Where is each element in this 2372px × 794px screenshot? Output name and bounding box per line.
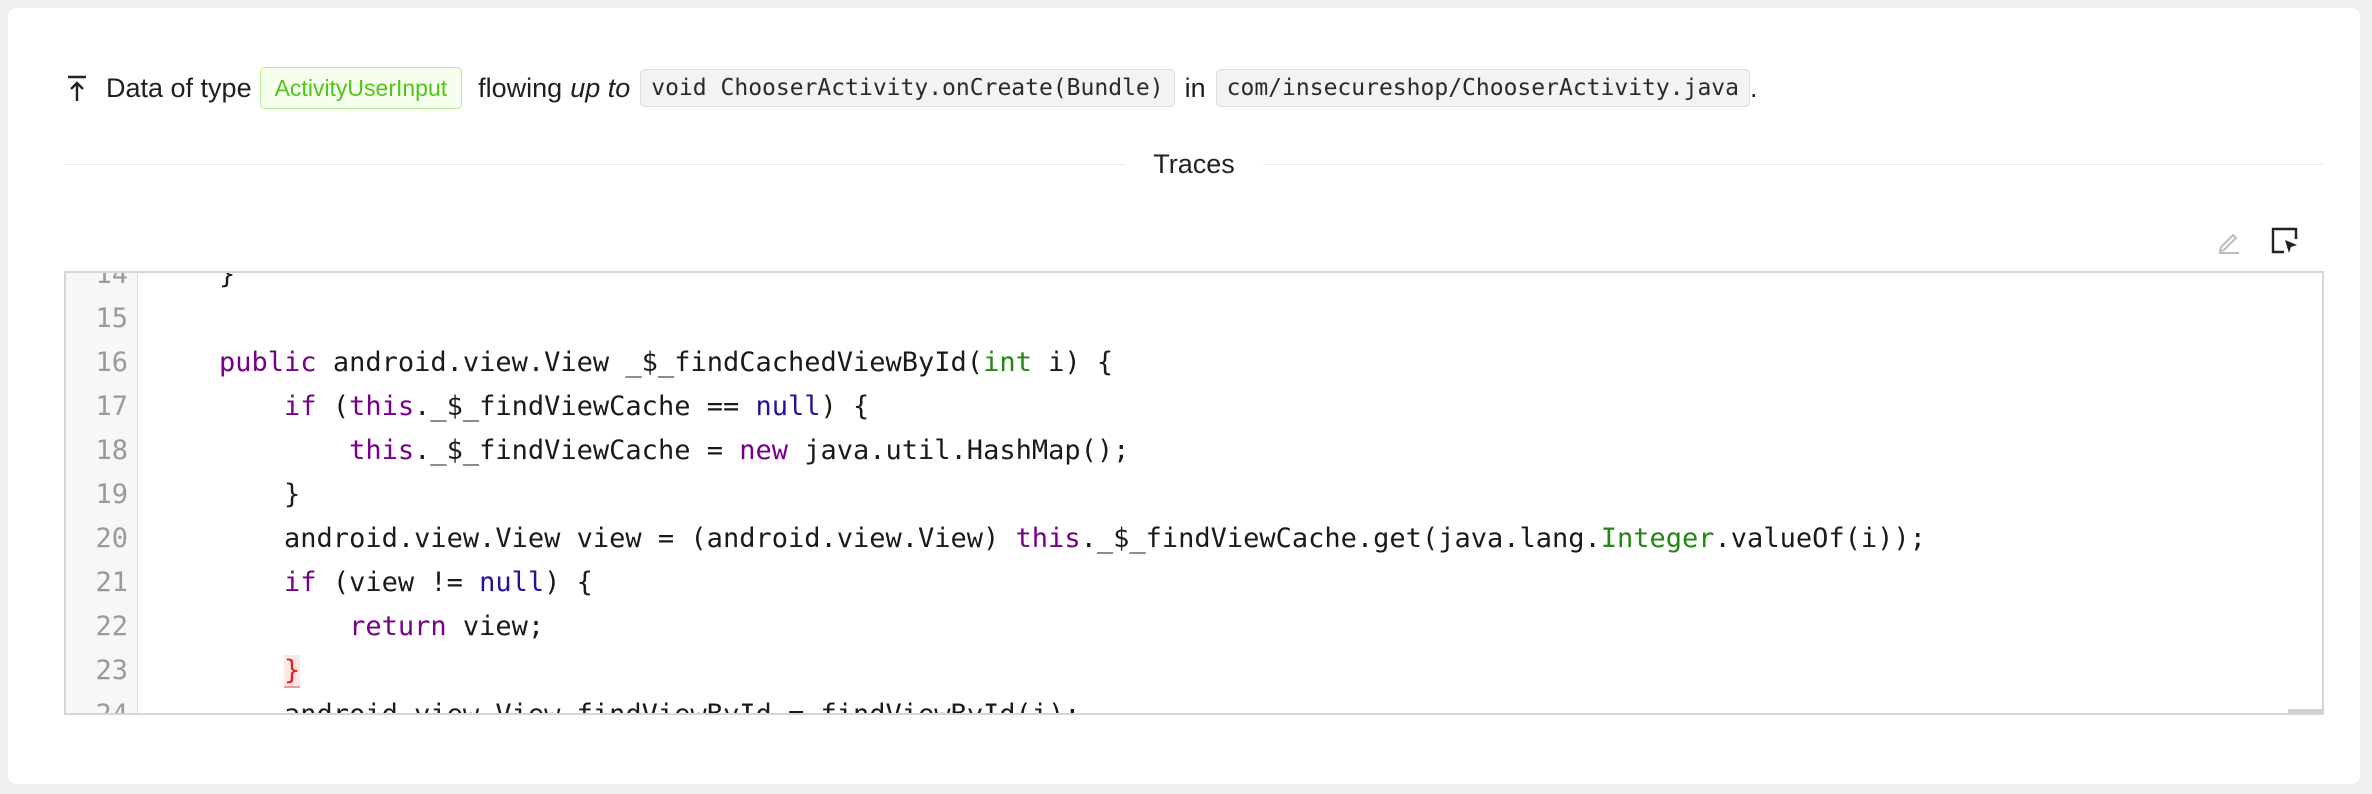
code-line: 14 } (66, 271, 2322, 296)
code-token: ) { (544, 566, 593, 598)
divider-line-right (1262, 163, 2325, 165)
line-number: 15 (95, 302, 128, 334)
code-token: view; (446, 610, 545, 642)
code-viewer[interactable]: 14 } 15 16 public android.view.View _$_fin… (64, 271, 2324, 715)
code-line: 22 return view; (66, 604, 2322, 648)
code-text: this._$_findViewCache = new java.util.Ha… (138, 435, 1129, 466)
code-token: android.view.View view = (android.view.V… (154, 522, 1016, 554)
code-token: ._$_findViewCache == (414, 390, 756, 422)
arrow-up-to-line-icon (64, 74, 90, 102)
code-text: } (138, 479, 300, 510)
method-chip: void ChooserActivity.onCreate(Bundle) (640, 69, 1175, 107)
code-text: } (138, 271, 236, 290)
code-token: i) { (1031, 346, 1114, 378)
code-token: return (349, 610, 447, 642)
code-text: return view; (138, 611, 544, 642)
code-token: new (739, 434, 788, 466)
code-token: android.view.View _$_findCachedViewById( (316, 346, 984, 378)
code-text: android.view.View view = (android.view.V… (138, 523, 1926, 554)
code-token: if (284, 566, 317, 598)
code-token: } (284, 654, 301, 688)
code-text: public android.view.View _$_findCachedVi… (138, 347, 1113, 378)
trace-panel: Data of type ActivityUserInput flowing u… (8, 8, 2360, 784)
line-number: 16 (95, 346, 128, 378)
code-line: 18 this._$_findViewCache = new java.util… (66, 428, 2322, 472)
line-number: 24 (95, 698, 128, 715)
code-line: 16 public android.view.View _$_findCache… (66, 340, 2322, 384)
line-number: 19 (95, 478, 128, 510)
summary-up-to: up to (570, 72, 631, 103)
code-token: ._$_findViewCache.get(java.lang. (1080, 522, 1601, 554)
code-token: if (284, 390, 317, 422)
summary-period: . (1750, 72, 1758, 103)
code-line: 23 } (66, 648, 2322, 692)
traces-divider: Traces (64, 149, 2325, 179)
code-token: } (154, 478, 301, 510)
line-number: 22 (95, 610, 128, 642)
file-chip: com/insecureshop/ChooserActivity.java (1215, 69, 1750, 107)
editor-toolbar (2212, 224, 2302, 258)
code-token: int (983, 346, 1032, 378)
code-token: Integer (1600, 522, 1715, 554)
scrollbar-thumb[interactable] (2288, 709, 2322, 713)
cursor-select-icon[interactable] (2268, 224, 2302, 258)
code-token: null (479, 566, 545, 598)
summary-flowing: flowing (478, 72, 563, 103)
code-lines: 14 } 15 16 public android.view.View _$_fin… (66, 271, 2322, 715)
flow-summary: Data of type ActivityUserInput flowing u… (64, 66, 1758, 110)
code-text: android.view.View findViewById = findVie… (138, 698, 1081, 715)
code-token: } (154, 271, 236, 290)
code-line: 15 (66, 296, 2322, 340)
code-text: if (this._$_findViewCache == null) { (138, 391, 869, 422)
line-number: 20 (95, 522, 128, 554)
code-token: this (349, 434, 415, 466)
code-token: this (349, 390, 415, 422)
pencil-icon[interactable] (2212, 224, 2246, 258)
code-token: .valueOf(i)); (1714, 522, 1926, 554)
code-line: 24 android.view.View findViewById = find… (66, 692, 2322, 715)
code-text: } (138, 654, 301, 688)
code-line: 20 android.view.View view = (android.vie… (66, 516, 2322, 560)
divider-line-left (64, 163, 1126, 165)
code-token: ) { (820, 390, 870, 422)
code-token: ( (316, 390, 350, 422)
summary-in: in (1184, 72, 1206, 103)
code-line: 17 if (this._$_findViewCache == null) { (66, 384, 2322, 428)
data-type-tag: ActivityUserInput (259, 67, 463, 109)
summary-prefix: Data of type (106, 72, 252, 103)
code-line: 21 if (view != null) { (66, 560, 2322, 604)
code-text: if (view != null) { (138, 567, 593, 598)
code-token: null (755, 390, 821, 422)
code-token: android.view.View findViewById = findVie… (154, 698, 1081, 715)
line-number: 21 (95, 566, 128, 598)
traces-heading: Traces (1153, 148, 1235, 179)
line-number: 14 (95, 271, 128, 290)
code-token: ._$_findViewCache = (414, 434, 740, 466)
code-token: public (219, 346, 317, 378)
code-token: (view != (316, 566, 480, 598)
code-token: java.util.HashMap(); (788, 434, 1130, 466)
code-line: 19 } (66, 472, 2322, 516)
code-token: this (1015, 522, 1081, 554)
line-number: 18 (95, 434, 128, 466)
line-number: 23 (95, 654, 128, 686)
line-number: 17 (95, 390, 128, 422)
